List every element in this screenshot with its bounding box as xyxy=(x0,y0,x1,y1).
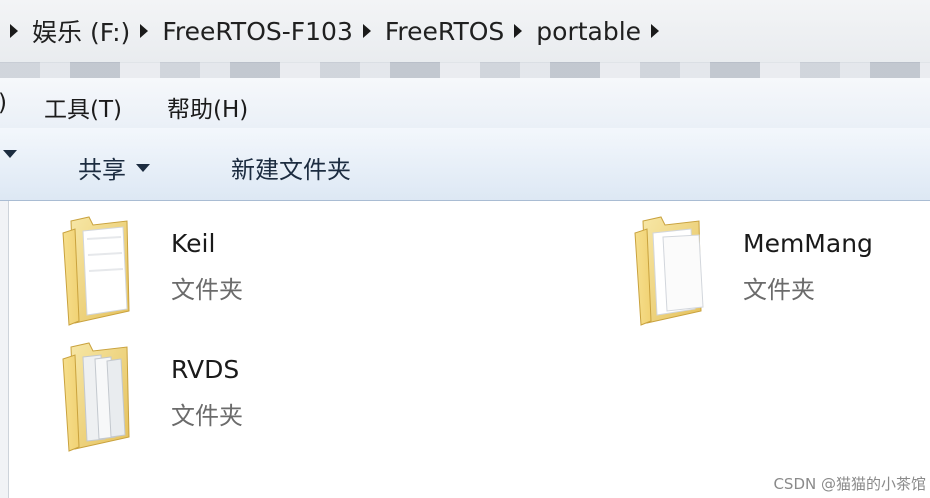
new-folder-button[interactable]: 新建文件夹 xyxy=(231,150,351,185)
breadcrumb-segment[interactable]: FreeRTOS xyxy=(353,17,504,46)
file-item-memmang[interactable]: MemMang 文件夹 xyxy=(633,215,873,327)
breadcrumb-drive[interactable]: 娱乐 (F:) xyxy=(32,13,130,49)
folder-icon xyxy=(62,342,130,452)
chevron-down-icon xyxy=(136,163,150,172)
breadcrumb-arrow-icon[interactable] xyxy=(514,24,523,38)
menu-item-tools[interactable]: 工具(T) xyxy=(44,90,122,124)
breadcrumb-root[interactable]: 娱乐 (F:) xyxy=(0,13,130,49)
file-type: 文件夹 xyxy=(171,402,243,430)
breadcrumb-segment[interactable]: FreeRTOS-F103 xyxy=(130,17,353,46)
file-item-text: MemMang 文件夹 xyxy=(743,229,873,305)
menu-item-partial[interactable]: ) xyxy=(0,90,7,116)
blurred-divider xyxy=(0,62,930,78)
watermark: CSDN @猫猫的小茶馆 xyxy=(773,475,926,493)
folder-icon xyxy=(634,216,704,326)
file-list[interactable]: Keil 文件夹 MemMang 文件夹 RVDS 文件夹 xyxy=(9,201,930,498)
menu-item-help[interactable]: 帮助(H) xyxy=(167,90,248,124)
breadcrumb-arrow-icon[interactable] xyxy=(10,24,18,38)
breadcrumb-portable[interactable]: portable xyxy=(536,17,641,46)
file-type: 文件夹 xyxy=(743,276,815,304)
file-name: MemMang xyxy=(743,229,873,258)
breadcrumb-arrow-icon[interactable] xyxy=(140,24,149,38)
file-name: RVDS xyxy=(171,355,240,384)
share-button[interactable]: 共享 xyxy=(78,150,150,185)
folder-icon xyxy=(62,216,130,326)
breadcrumb-expand-arrow-icon[interactable] xyxy=(651,24,660,38)
chevron-down-icon xyxy=(3,150,17,158)
navigation-pane-edge[interactable] xyxy=(0,201,9,498)
new-folder-label: 新建文件夹 xyxy=(231,156,351,184)
command-bar: 共享 新建文件夹 xyxy=(0,128,930,201)
breadcrumb-arrow-icon[interactable] xyxy=(362,24,371,38)
share-label: 共享 xyxy=(78,156,126,184)
breadcrumb-segment[interactable] xyxy=(641,24,673,38)
breadcrumb-freertos-f103[interactable]: FreeRTOS-F103 xyxy=(162,17,353,46)
file-item-text: RVDS 文件夹 xyxy=(171,355,243,431)
file-name: Keil xyxy=(171,229,216,258)
organize-dropdown[interactable] xyxy=(0,150,17,158)
file-item-text: Keil 文件夹 xyxy=(171,229,243,305)
breadcrumb-segment[interactable]: portable xyxy=(504,17,641,46)
address-bar[interactable]: 娱乐 (F:) FreeRTOS-F103 FreeRTOS portable xyxy=(0,0,930,63)
file-item-rvds[interactable]: RVDS 文件夹 xyxy=(61,341,243,453)
menu-bar: ) 工具(T) 帮助(H) xyxy=(0,78,930,129)
breadcrumb-freertos[interactable]: FreeRTOS xyxy=(385,17,504,46)
file-type: 文件夹 xyxy=(171,276,243,304)
file-item-keil[interactable]: Keil 文件夹 xyxy=(61,215,243,327)
